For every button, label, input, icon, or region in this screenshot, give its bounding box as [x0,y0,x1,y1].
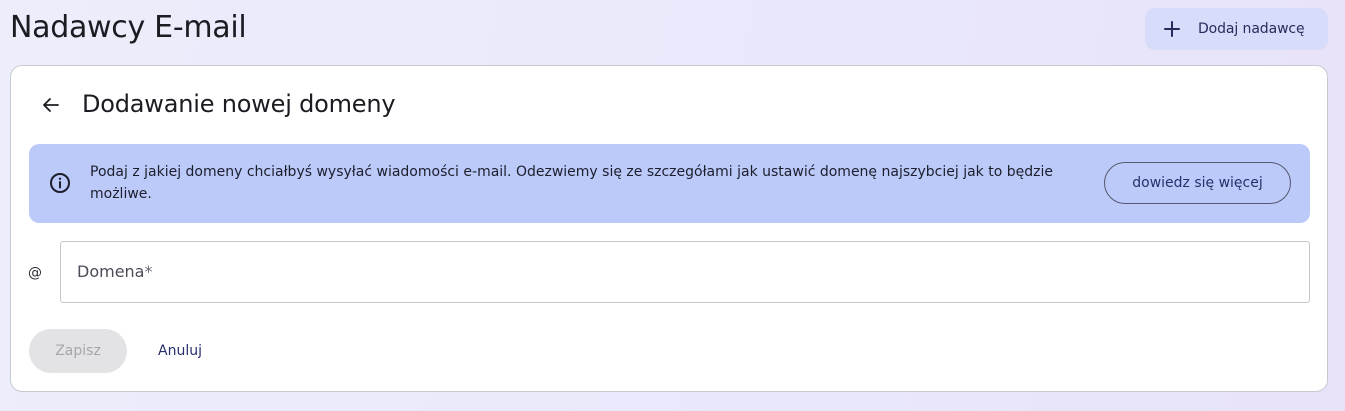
card-title: Dodawanie nowej domeny [82,90,396,118]
learn-more-button[interactable]: dowiedz się więcej [1104,162,1291,204]
required-mark: * [144,262,153,281]
domain-label-text: Domena [77,262,145,281]
arrow-left-icon [41,95,61,115]
domain-input[interactable]: Domena* [60,241,1310,303]
info-banner: Podaj z jakiej domeny chciałbyś wysyłać … [29,144,1310,223]
add-sender-button[interactable]: Dodaj nadawcę [1145,8,1328,50]
domain-field-label: Domena* [77,262,152,281]
cancel-button[interactable]: Anuluj [158,340,202,362]
page-title: Nadawcy E-mail [10,10,247,45]
info-banner-text: Podaj z jakiej domeny chciałbyś wysyłać … [90,164,1053,202]
save-button[interactable]: Zapisz [29,329,127,373]
add-sender-label: Dodaj nadawcę [1198,21,1305,37]
plus-icon [1163,20,1181,38]
info-icon [49,172,71,194]
add-domain-card: Dodawanie nowej domeny Podaj z jakiej do… [10,65,1328,392]
at-icon: @ [28,265,42,281]
back-button[interactable] [39,93,63,117]
